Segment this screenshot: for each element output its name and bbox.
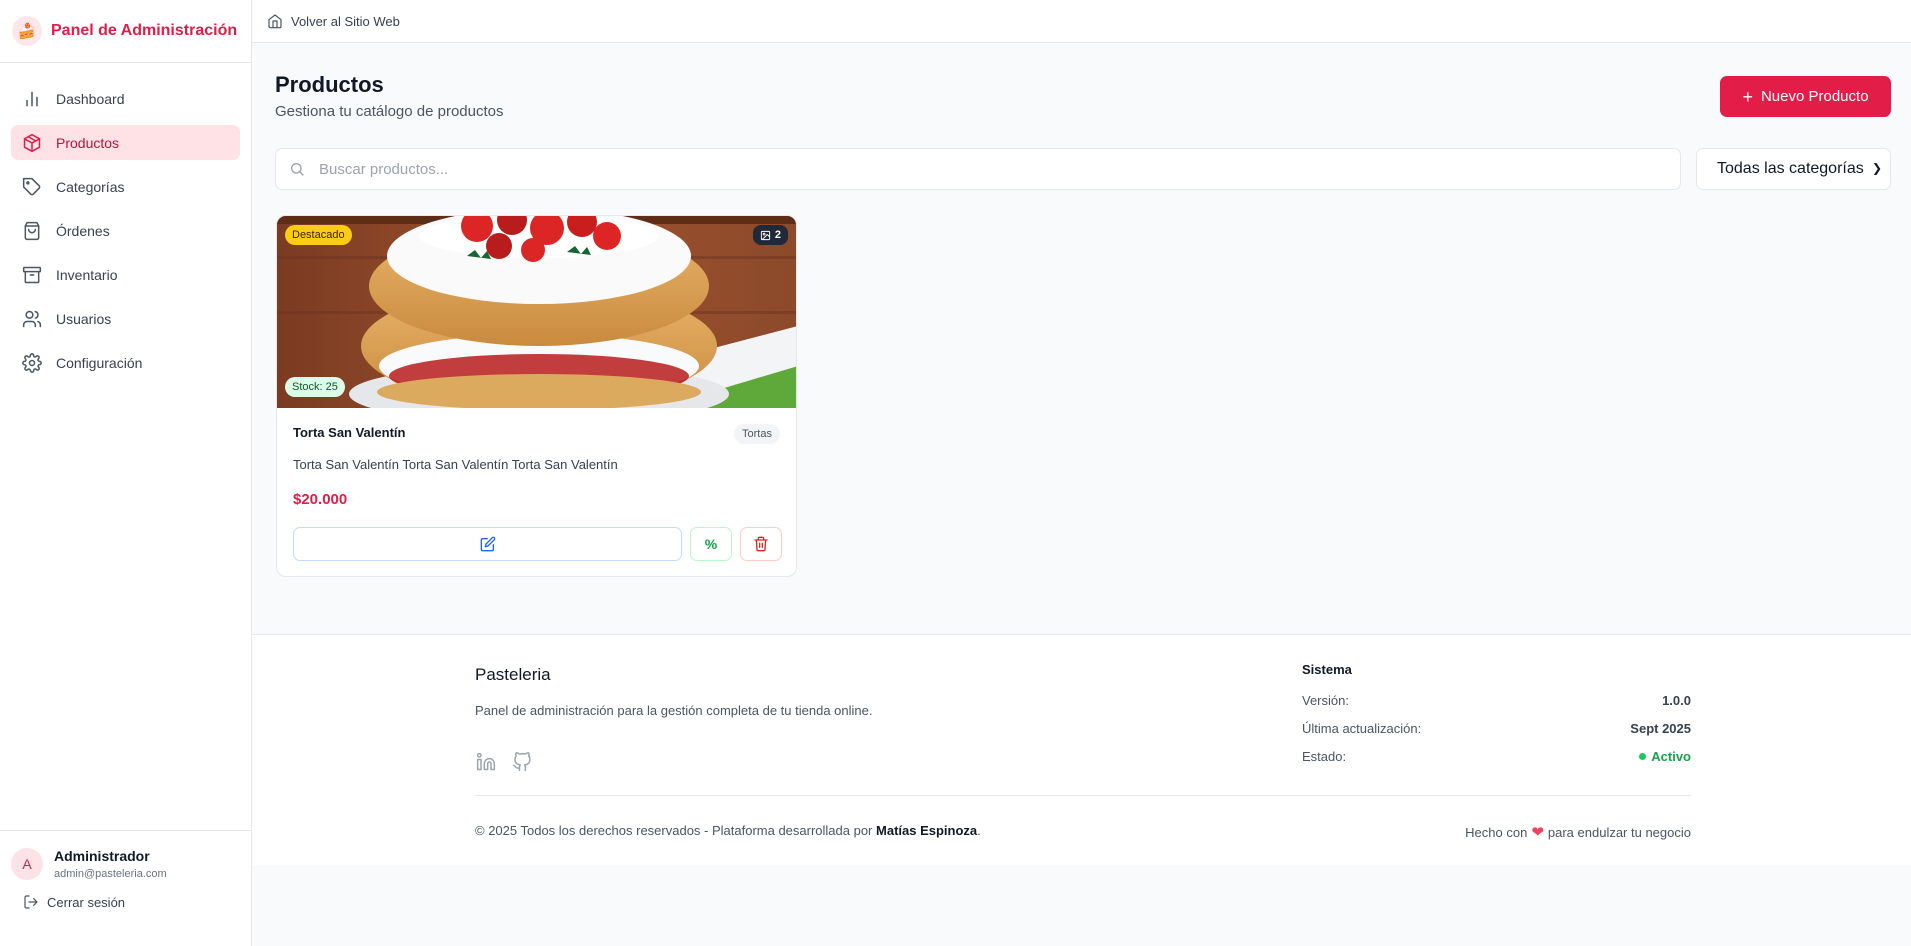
package-icon <box>23 133 41 152</box>
status-value: Activo <box>1651 749 1691 764</box>
cake-logo-icon: 🍰 <box>12 16 42 46</box>
sidebar-item-dashboard[interactable]: Dashboard <box>11 81 240 116</box>
sidebar-item-label: Configuración <box>56 354 143 371</box>
status-dot-icon <box>1639 753 1647 760</box>
sidebar-item-categorias[interactable]: Categorías <box>11 169 240 204</box>
github-icon <box>512 752 531 772</box>
sidebar-item-inventario[interactable]: Inventario <box>11 257 240 292</box>
user-panel: A Administrador admin@pasteleria.com Cer… <box>0 830 252 946</box>
sidebar: 🍰 Panel de Administración Dashboard Prod… <box>0 0 252 946</box>
system-row-key: Versión: <box>1302 693 1349 708</box>
copyright-suffix: . <box>977 823 981 838</box>
sidebar-item-usuarios[interactable]: Usuarios <box>11 301 240 336</box>
sidebar-item-ordenes[interactable]: Órdenes <box>11 213 240 248</box>
category-select-value: Todas las categorías <box>1717 160 1864 177</box>
github-link[interactable] <box>511 751 533 773</box>
gear-icon <box>22 352 42 373</box>
user-email: admin@pasteleria.com <box>54 868 167 880</box>
made-suffix: para endulzar tu negocio <box>1547 824 1691 840</box>
linkedin-link[interactable] <box>475 751 497 773</box>
trash-icon <box>754 536 768 552</box>
cake-photo <box>277 216 796 408</box>
discount-button[interactable]: % <box>690 527 732 561</box>
new-product-label: Nuevo Producto <box>1760 88 1869 105</box>
featured-badge: Destacado <box>285 225 352 245</box>
avatar: A <box>11 848 43 880</box>
archive-icon <box>22 266 42 283</box>
stock-badge: Stock: 25 <box>285 377 345 397</box>
page-subtitle: Gestiona tu catálogo de productos <box>275 103 504 120</box>
footer-description: Panel de administración para la gestión … <box>475 703 873 718</box>
sidebar-item-productos[interactable]: Productos <box>11 125 240 160</box>
footer-divider <box>475 795 1691 796</box>
product-description: Torta San Valentín Torta San Valentín To… <box>293 457 618 472</box>
chevron-down-icon: ❯ <box>1871 161 1882 175</box>
sidebar-item-label: Usuarios <box>56 310 112 327</box>
search-box <box>275 148 1681 190</box>
image-count: 2 <box>774 229 781 241</box>
product-category-badge: Tortas <box>734 424 780 444</box>
made-prefix: Hecho con <box>1465 824 1528 840</box>
sidebar-item-label: Productos <box>56 134 120 151</box>
image-count-badge: 2 <box>752 225 788 245</box>
back-link-label: Volver al Sitio Web <box>291 13 400 29</box>
delete-product-button[interactable] <box>740 527 782 561</box>
image-icon <box>760 230 770 240</box>
logout-label: Cerrar sesión <box>47 894 126 910</box>
sidebar-item-label: Dashboard <box>56 90 125 107</box>
product-image: Destacado 2 Stock: 25 <box>277 216 796 408</box>
user-name: Administrador <box>54 848 150 864</box>
users-icon <box>22 310 42 327</box>
footer-brand: Pasteleria <box>475 665 551 684</box>
top-bar: Volver al Sitio Web <box>252 0 1911 43</box>
linkedin-icon <box>476 752 496 771</box>
system-row-key: Estado: <box>1302 749 1347 764</box>
sidebar-item-label: Inventario <box>56 266 118 283</box>
search-icon <box>291 163 304 176</box>
sidebar-nav: Dashboard Productos Categorías Órdenes I… <box>0 63 251 380</box>
heart-icon: ❤ <box>1531 824 1544 841</box>
social-links <box>475 751 547 773</box>
system-row-updated: Última actualización: Sept 2025 <box>1302 721 1691 736</box>
edit-product-button[interactable] <box>293 527 682 561</box>
new-product-button[interactable]: + Nuevo Producto <box>1720 76 1891 117</box>
plus-icon: + <box>1742 86 1753 107</box>
status-badge: Activo <box>1639 749 1691 764</box>
home-icon <box>268 14 282 29</box>
sidebar-item-label: Órdenes <box>56 222 110 239</box>
percent-icon: % <box>704 536 718 552</box>
footer: Pasteleria Panel de administración para … <box>252 634 1911 865</box>
logout-icon <box>24 895 38 909</box>
system-title: Sistema <box>1302 662 1352 677</box>
copyright: © 2025 Todos los derechos reservados - P… <box>475 823 981 838</box>
shopping-bag-icon <box>24 221 40 240</box>
made-with-love: Hecho con ❤ para endulzar tu negocio <box>1465 823 1691 841</box>
system-row-value: 1.0.0 <box>1662 693 1691 708</box>
system-row-status: Estado: Activo <box>1302 749 1691 764</box>
search-input[interactable] <box>319 160 1619 178</box>
product-name: Torta San Valentín <box>293 425 406 440</box>
sidebar-item-label: Categorías <box>56 178 125 195</box>
logout-button[interactable]: Cerrar sesión <box>11 894 252 910</box>
sidebar-item-configuracion[interactable]: Configuración <box>11 345 240 380</box>
edit-icon <box>480 536 495 552</box>
category-select[interactable]: Todas las categorías ❯ <box>1696 148 1891 190</box>
user-info: A Administrador admin@pasteleria.com <box>11 848 252 880</box>
bar-chart-icon <box>26 91 38 106</box>
brand-title: Panel de Administración <box>51 22 238 39</box>
tag-icon <box>22 177 41 195</box>
author-name: Matías Espinoza <box>876 823 978 838</box>
system-row-key: Última actualización: <box>1302 721 1422 736</box>
page-title: Productos <box>275 72 384 97</box>
system-row-value: Sept 2025 <box>1630 721 1691 736</box>
product-price: $20.000 <box>293 491 348 508</box>
back-to-site-link[interactable]: Volver al Sitio Web <box>267 13 400 29</box>
product-card: Destacado 2 Stock: 25 Torta San Valentín… <box>276 215 797 577</box>
copyright-text: © 2025 Todos los derechos reservados - P… <box>475 823 873 838</box>
brand: 🍰 Panel de Administración <box>0 0 251 63</box>
system-row-version: Versión: 1.0.0 <box>1302 693 1691 708</box>
